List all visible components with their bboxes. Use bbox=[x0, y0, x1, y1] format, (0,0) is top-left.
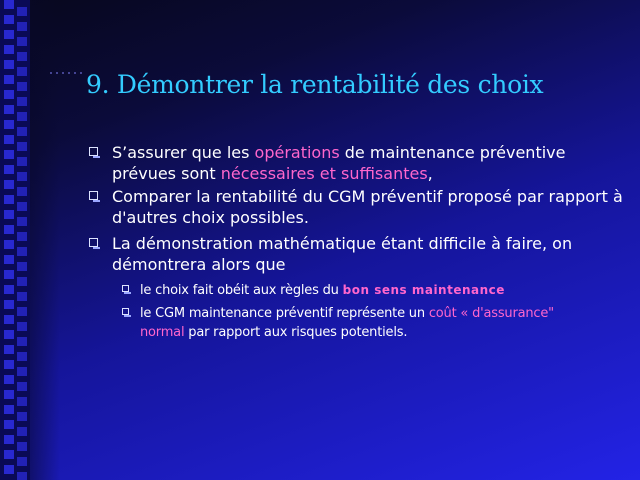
square-bullet-icon bbox=[89, 147, 100, 158]
sub-bullet-text-1: le choix fait obéit aux règles du bon se… bbox=[140, 283, 505, 298]
slide: 9. Démontrer la rentabilité des choix S’… bbox=[0, 0, 640, 480]
square-bullet-icon bbox=[122, 285, 131, 294]
bullet-text-3: La démonstration mathématique étant diff… bbox=[112, 234, 573, 274]
sub-bullet-text-2: le CGM maintenance préventif représente … bbox=[140, 306, 554, 340]
square-bullet-icon bbox=[89, 191, 100, 202]
square-bullet-icon bbox=[89, 238, 100, 249]
bullet-text-1: S’assurer que les opérations de maintena… bbox=[112, 143, 566, 183]
square-bullet-icon bbox=[122, 308, 131, 317]
bullet-text-2: Comparer la rentabilité du CGM préventif… bbox=[112, 187, 623, 227]
slide-content: S’assurer que les opérations de maintena… bbox=[0, 0, 640, 480]
